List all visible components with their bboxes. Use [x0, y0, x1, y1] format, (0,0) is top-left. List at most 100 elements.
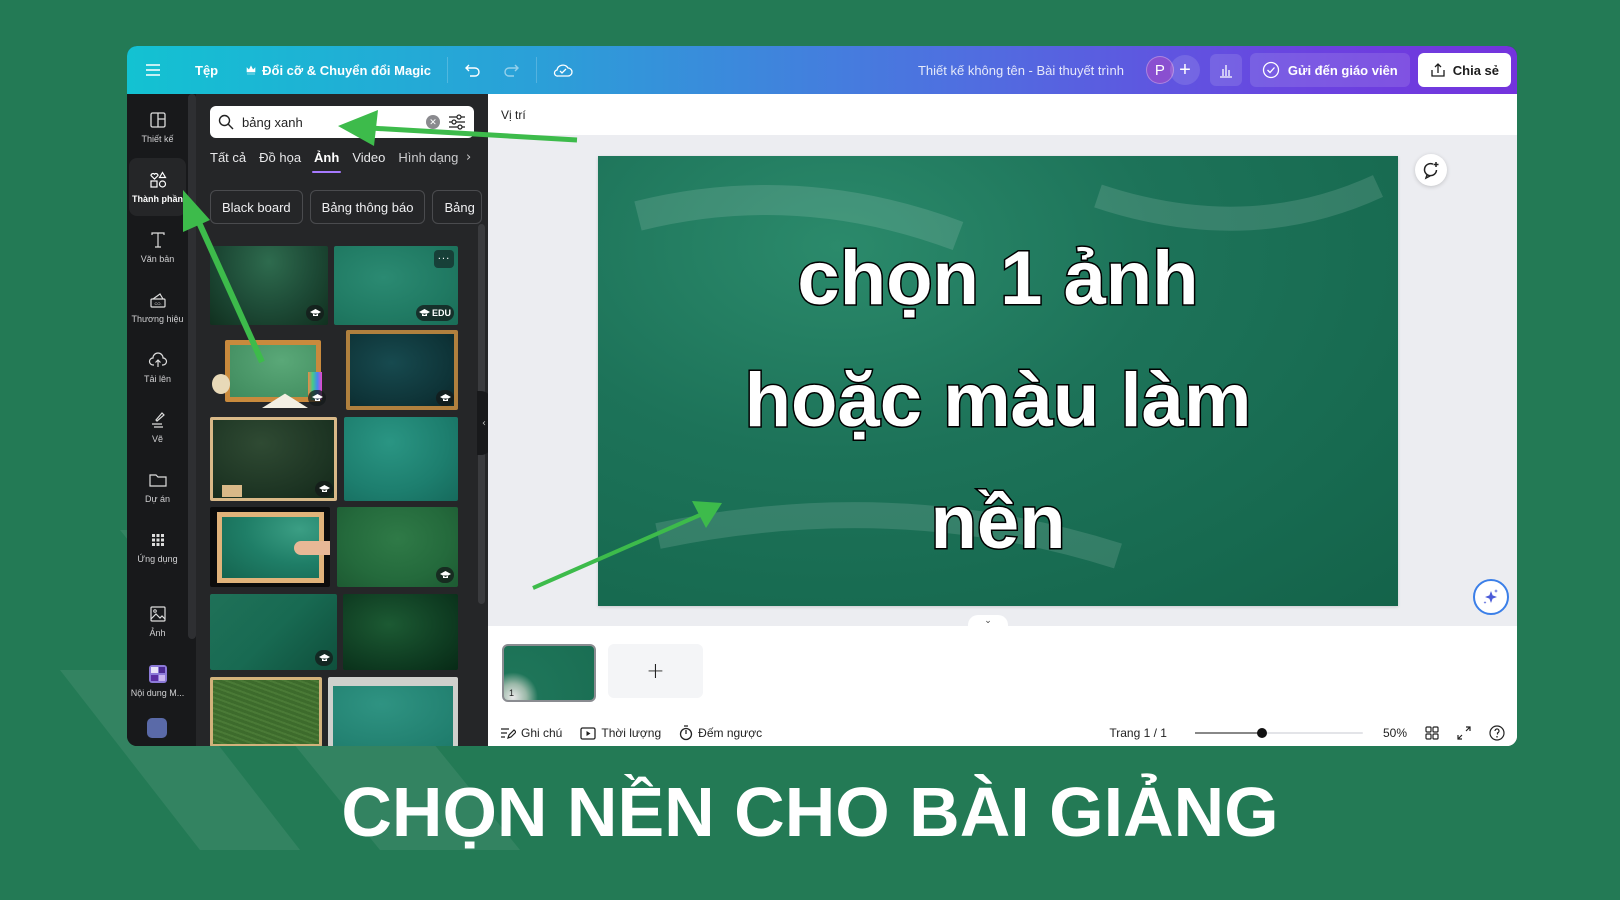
comment-add-icon	[1423, 162, 1439, 180]
add-page-button[interactable]: +	[608, 644, 703, 698]
edu-badge	[436, 567, 454, 583]
result-thumbnail[interactable]	[210, 417, 337, 501]
page-number: 1	[509, 688, 515, 698]
add-collaborator-button[interactable]: +	[1169, 55, 1200, 85]
graduation-cap-icon	[318, 654, 330, 661]
board-surface	[333, 686, 453, 746]
result-thumbnail[interactable]: ··· EDU	[334, 246, 458, 325]
result-thumbnail[interactable]	[210, 330, 334, 410]
send-to-teacher-button[interactable]: Gửi đến giáo viên	[1249, 53, 1410, 87]
slide-line: nền	[929, 479, 1067, 567]
timer-button[interactable]: Đếm ngược	[679, 725, 762, 741]
undo-icon	[465, 64, 480, 77]
zoom-slider[interactable]	[1194, 727, 1363, 739]
save-status-button[interactable]	[543, 53, 583, 87]
result-thumbnail[interactable]	[210, 246, 328, 325]
crown-icon	[246, 65, 256, 75]
magic-assistant-button[interactable]	[1473, 579, 1509, 615]
apps-grid-icon	[151, 534, 164, 546]
position-button[interactable]: Vị trí	[501, 108, 526, 122]
result-thumbnail[interactable]	[344, 417, 458, 501]
cloud-saved-icon	[553, 64, 573, 77]
result-thumbnail[interactable]	[210, 677, 322, 746]
add-comment-button[interactable]	[1415, 154, 1447, 186]
sidebar-item-label: Thành phần	[132, 194, 183, 204]
bar-chart-icon	[1219, 65, 1232, 78]
sidebar-item-photos[interactable]: Ảnh	[129, 592, 186, 650]
graduation-cap-icon	[311, 394, 323, 401]
result-thumbnail[interactable]	[343, 594, 458, 670]
sidebar-item-label: Tải lên	[143, 374, 171, 384]
graduation-cap-icon	[439, 394, 451, 401]
sidebar-item-label: Dự án	[144, 494, 171, 504]
insights-button[interactable]	[1209, 54, 1242, 86]
share-upload-icon	[1431, 63, 1445, 77]
context-toolbar: Vị trí	[488, 94, 1517, 135]
sidebar-item-elements[interactable]: Thành phần	[129, 158, 186, 216]
page-thumbnail[interactable]: 1	[502, 644, 596, 702]
sidebar-item-design[interactable]: Thiết kế	[129, 98, 186, 156]
board-surface	[213, 680, 319, 744]
file-menu-label: Tệp	[195, 62, 219, 78]
duration-button[interactable]: Thời lượng	[580, 726, 661, 740]
canva-editor-window: Tệp Đổi cỡ & Chuyển đổi Magic Thiết kế k…	[127, 46, 1517, 746]
canvas-area: chọn 1 ảnh hoặc màu làm nền ⌄	[488, 135, 1517, 627]
edu-badge	[315, 481, 333, 497]
edu-badge-label: EDU	[431, 308, 451, 318]
stopwatch-icon	[680, 725, 693, 741]
result-thumbnail[interactable]	[210, 507, 330, 587]
layout-icon	[149, 112, 166, 128]
sidebar-item-label: Vẽ	[151, 434, 163, 444]
sidebar-item-text[interactable]: Văn bản	[129, 218, 186, 276]
zoom-percent[interactable]: 50%	[1383, 726, 1407, 740]
sidebar-item-magic-media[interactable]: Nội dung M...	[129, 652, 186, 710]
slide-canvas[interactable]: chọn 1 ảnh hoặc màu làm nền	[598, 156, 1398, 606]
slide-heading[interactable]: chọn 1 ảnh hoặc màu làm nền	[598, 218, 1398, 584]
fullscreen-button[interactable]	[1457, 726, 1471, 740]
sidebar-scrollbar[interactable]	[188, 94, 196, 639]
zoom-slider-knob[interactable]	[1257, 728, 1268, 738]
grid-view-icon	[1425, 726, 1439, 740]
scrollbar-thumb[interactable]	[188, 94, 196, 639]
chalk-eraser	[222, 485, 242, 497]
duration-label: Thời lượng	[601, 726, 662, 740]
editor-area: Vị trí chọn 1 ảnh hoặc màu làm nền ⌄ 1 +…	[488, 94, 1517, 746]
status-right-group: Trang 1 / 1 50%	[1109, 725, 1505, 741]
redo-icon	[504, 64, 519, 77]
check-circle-icon	[1262, 61, 1280, 79]
help-button[interactable]	[1489, 725, 1505, 741]
sidebar-item-uploads[interactable]: Tải lên	[129, 338, 186, 396]
redo-button[interactable]	[492, 53, 530, 87]
share-label: Chia sẻ	[1452, 62, 1499, 78]
grid-view-button[interactable]	[1425, 726, 1439, 740]
sidebar-item-projects[interactable]: Dự án	[129, 458, 186, 516]
help-icon	[1489, 725, 1505, 741]
notes-button[interactable]: Ghi chú	[500, 726, 562, 740]
edu-badge	[308, 390, 326, 406]
expand-icon	[1457, 726, 1471, 740]
sidebar-item-apps[interactable]: Ứng dụng	[129, 518, 186, 576]
sidebar-item-brand[interactable]: CO. Thương hiệu	[129, 278, 186, 336]
sidebar-item-label: Nội dung M...	[130, 688, 185, 698]
design-title[interactable]: Thiết kế không tên - Bài thuyết trình	[918, 63, 1124, 78]
share-button[interactable]: Chia sẻ	[1417, 53, 1511, 87]
graduation-cap-icon	[309, 309, 321, 316]
result-thumbnail[interactable]	[210, 594, 337, 670]
menu-button[interactable]	[135, 53, 171, 87]
page-strip: 1 +	[488, 626, 1517, 721]
sidebar-item-label: Ảnh	[149, 628, 166, 638]
draw-icon	[151, 412, 165, 428]
graduation-cap-icon	[439, 571, 451, 578]
result-thumbnail[interactable]	[328, 677, 458, 746]
more-options-button[interactable]: ···	[434, 250, 454, 268]
result-thumbnail[interactable]	[346, 330, 458, 410]
undo-button[interactable]	[454, 53, 492, 87]
app-icon-partial[interactable]	[147, 718, 167, 738]
magic-resize-button[interactable]: Đổi cỡ & Chuyển đổi Magic	[236, 53, 441, 87]
brand-icon: CO.	[149, 293, 166, 308]
toolbar-divider	[447, 57, 448, 83]
sidebar-item-draw[interactable]: Vẽ	[129, 398, 186, 456]
result-thumbnail[interactable]	[337, 507, 458, 587]
sidebar-item-label: Văn bản	[140, 254, 175, 264]
file-menu-button[interactable]: Tệp	[185, 53, 228, 87]
